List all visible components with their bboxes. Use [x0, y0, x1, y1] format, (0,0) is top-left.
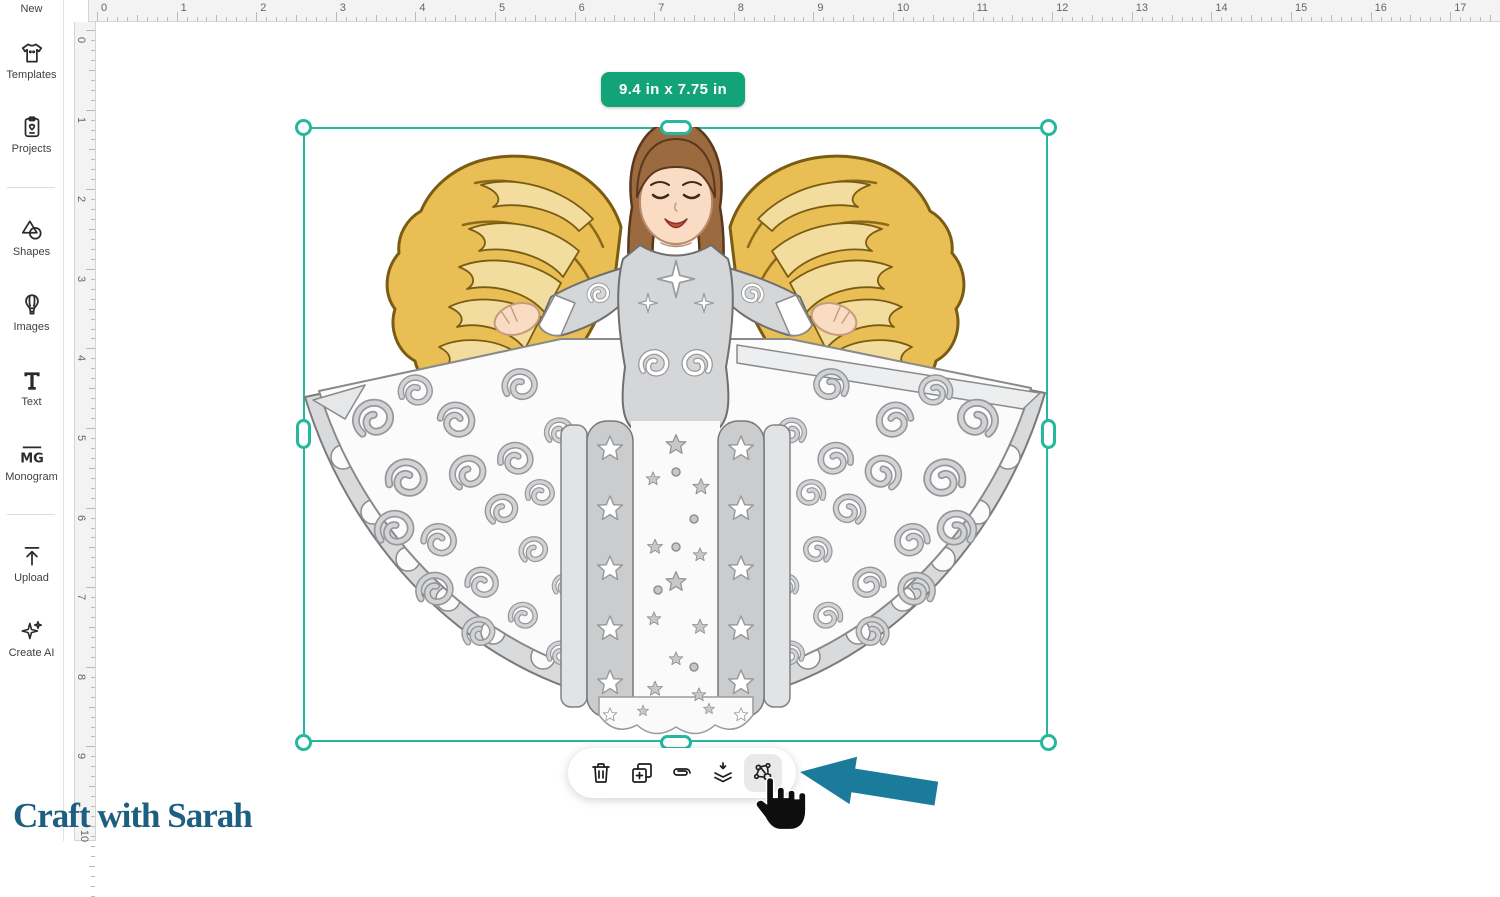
selection-toolbar [568, 748, 796, 798]
sidebar-item-label: New [20, 3, 42, 15]
sidebar-item-monogram[interactable]: MG Monogram [0, 442, 63, 483]
sidebar-item-upload[interactable]: Upload [0, 543, 63, 584]
resize-handle-top-left[interactable] [295, 119, 312, 136]
sidebar-item-label: Images [13, 321, 49, 333]
sidebar-divider [7, 514, 55, 515]
templates-icon [19, 40, 45, 66]
sidebar-item-projects[interactable]: Projects [0, 114, 63, 155]
sidebar-item-label: Create AI [9, 647, 55, 659]
size-badge: 9.4 in x 7.75 in [601, 72, 745, 107]
ruler-vertical: 012345678910 [74, 22, 96, 841]
sidebar-item-label: Monogram [5, 471, 58, 483]
resize-handle-bottom-left[interactable] [295, 734, 312, 751]
duplicate-button[interactable] [623, 754, 661, 792]
resize-handle-top-center[interactable] [660, 120, 692, 135]
duplicate-icon [630, 761, 654, 785]
sidebar-item-templates[interactable]: Templates [0, 40, 63, 81]
sidebar-item-label: Projects [12, 143, 52, 155]
sidebar-item-new[interactable]: New [0, 0, 63, 15]
sidebar-item-label: Text [21, 396, 41, 408]
sidebar-item-create-ai[interactable]: Create AI [0, 618, 63, 659]
flatten-icon [711, 761, 735, 785]
resize-handle-bottom-right[interactable] [1040, 734, 1057, 751]
design-canvas-app: 01234567891011121314151617 012345678910 [0, 0, 1500, 841]
sidebar-item-label: Upload [14, 572, 49, 584]
angel-artwork[interactable] [303, 127, 1048, 742]
shapes-icon [19, 217, 45, 243]
nodes-icon [751, 761, 775, 785]
projects-icon [19, 114, 45, 140]
left-toolbar: New Templates Projects Shapes [0, 0, 64, 841]
sidebar-item-images[interactable]: Images [0, 292, 63, 333]
ruler-horizontal: 01234567891011121314151617 [88, 0, 1500, 22]
create-ai-icon [19, 618, 45, 644]
text-icon [19, 367, 45, 393]
resize-handle-left-center[interactable] [296, 419, 311, 449]
sidebar-item-text[interactable]: Text [0, 367, 63, 408]
resize-handle-top-right[interactable] [1040, 119, 1057, 136]
sidebar-item-label: Shapes [13, 246, 50, 258]
attach-button[interactable] [663, 754, 701, 792]
images-icon [19, 292, 45, 318]
sidebar-divider [7, 187, 55, 188]
resize-handle-right-center[interactable] [1041, 419, 1056, 449]
flatten-button[interactable] [704, 754, 742, 792]
delete-button[interactable] [582, 754, 620, 792]
paperclip-icon [670, 761, 694, 785]
monogram-icon: MG [19, 442, 45, 468]
trash-icon [589, 761, 613, 785]
combine-button[interactable] [744, 754, 782, 792]
svg-text:MG: MG [20, 452, 44, 467]
upload-icon [19, 543, 45, 569]
sidebar-item-shapes[interactable]: Shapes [0, 217, 63, 258]
sidebar-item-label: Templates [6, 69, 56, 81]
watermark-logo: Craft with Sarah [13, 796, 252, 836]
